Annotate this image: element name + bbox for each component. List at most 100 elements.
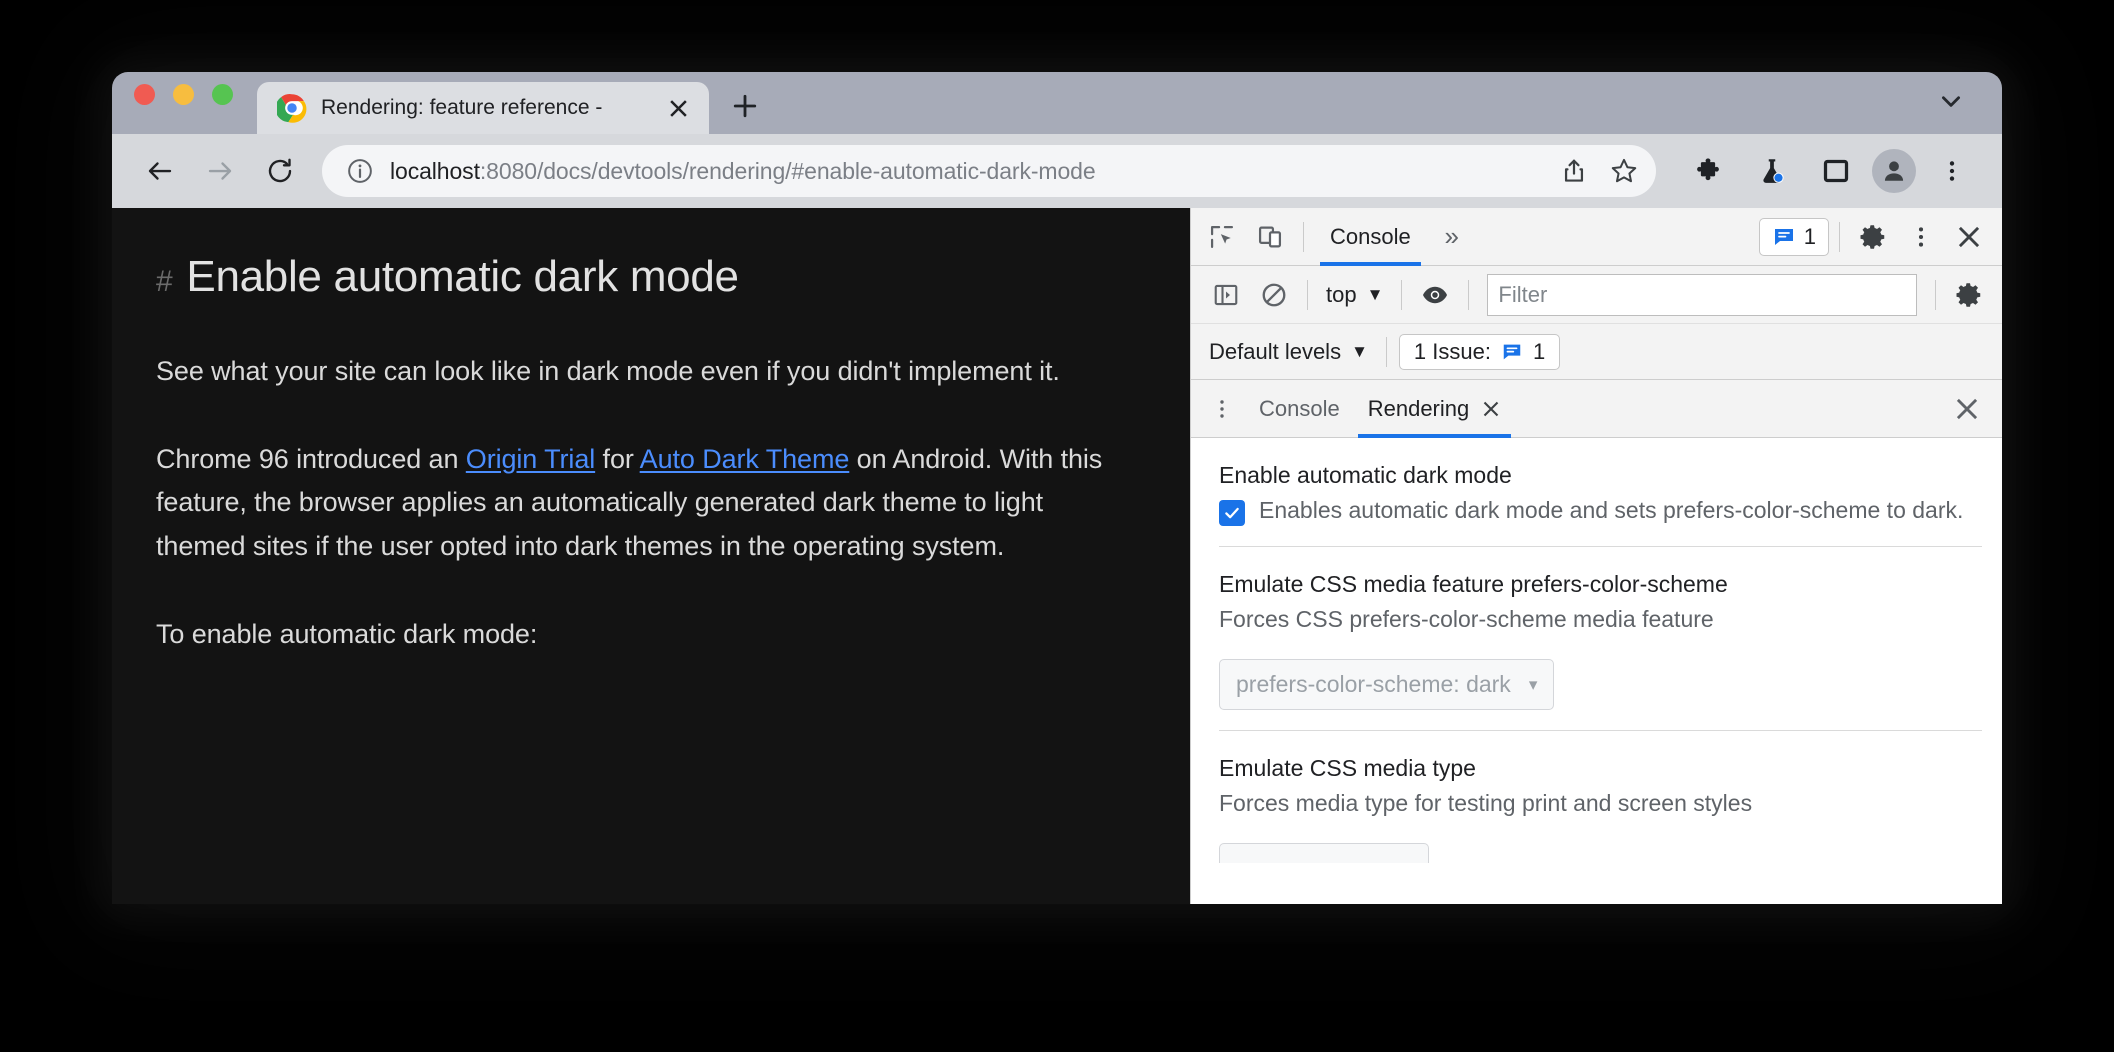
new-tab-button[interactable] — [719, 80, 771, 132]
devtools-tabs-overflow-icon[interactable]: » — [1429, 214, 1475, 260]
rendering-setting-prefers-color-scheme: Emulate CSS media feature prefers-color-… — [1219, 546, 1982, 730]
info-circle-icon[interactable] — [346, 157, 374, 185]
prefers-color-scheme-select[interactable]: prefers-color-scheme: dark ▾ — [1219, 659, 1555, 711]
page-paragraph-1: See what your site can look like in dark… — [156, 356, 1060, 386]
message-badge-icon — [1772, 225, 1796, 249]
device-toolbar-icon[interactable] — [1247, 214, 1293, 260]
forward-button[interactable] — [192, 143, 248, 199]
execution-context-selector[interactable]: top ▼ — [1318, 275, 1391, 315]
setting-checkbox-row[interactable]: Enables automatic dark mode and sets pre… — [1219, 495, 2002, 527]
chevron-down-icon: ▼ — [1366, 284, 1384, 304]
url-host: localhost — [390, 157, 480, 184]
rendering-setting-media-type: Emulate CSS media type Forces media type… — [1219, 730, 1982, 883]
message-badge-icon — [1501, 341, 1523, 363]
reload-button[interactable] — [252, 143, 308, 199]
divider — [1307, 279, 1308, 310]
divider — [1839, 221, 1840, 252]
screenshot-root: Rendering: feature reference - localhost… — [0, 0, 2114, 1052]
media-type-select[interactable] — [1219, 843, 1429, 864]
setting-description: Forces media type for testing print and … — [1219, 790, 1753, 817]
page-title: # Enable automatic dark mode — [156, 252, 1136, 302]
omnibox-actions — [1550, 147, 1648, 195]
setting-title: Emulate CSS media type — [1219, 755, 1476, 782]
console-message-badge[interactable]: 1 — [1758, 217, 1829, 256]
console-levels-bar: Default levels ▼ 1 Issue: 1 — [1191, 324, 2002, 380]
tab-search-chevron-down-icon[interactable] — [1934, 84, 1968, 118]
console-message-count: 1 — [1803, 223, 1816, 249]
drawer-tab-rendering-close-icon[interactable] — [1481, 399, 1501, 419]
console-sidebar-icon[interactable] — [1203, 272, 1249, 318]
setting-description: Forces CSS prefers-color-scheme media fe… — [1219, 606, 1714, 633]
minimize-window-button[interactable] — [173, 83, 194, 105]
execution-context-value: top — [1326, 281, 1357, 307]
devtools-header: Console » 1 — [1191, 208, 2002, 266]
window-content: # Enable automatic dark mode See what yo… — [112, 208, 2002, 904]
console-toolbar: top ▼ Filter — [1191, 266, 2002, 324]
auto-dark-mode-checkbox[interactable] — [1219, 500, 1245, 527]
divider — [1935, 279, 1936, 310]
avatar-icon[interactable] — [1872, 149, 1916, 193]
devtools-tab-console[interactable]: Console — [1314, 208, 1427, 266]
console-log-levels-value: Default levels — [1209, 338, 1342, 364]
puzzle-icon[interactable] — [1680, 143, 1736, 199]
page-title-text: Enable automatic dark mode — [186, 252, 739, 301]
browser-menu-kebab-icon[interactable] — [1924, 143, 1980, 199]
browser-toolbar: localhost:8080/docs/devtools/rendering/#… — [112, 134, 2002, 208]
window-controls — [134, 72, 233, 134]
devtools-tab-console-label: Console — [1330, 223, 1411, 249]
console-settings-gear-icon[interactable] — [1946, 272, 1992, 318]
chevron-down-icon: ▾ — [1528, 674, 1538, 694]
drawer-menu-kebab-icon[interactable] — [1199, 386, 1245, 432]
web-page-content: # Enable automatic dark mode See what yo… — [112, 208, 1190, 904]
toolbar-right-actions — [1674, 143, 1980, 199]
close-window-button[interactable] — [134, 83, 155, 105]
drawer-tab-rendering[interactable]: Rendering — [1354, 380, 1516, 438]
url-text: localhost:8080/docs/devtools/rendering/#… — [390, 158, 1534, 185]
issues-count: 1 — [1532, 338, 1546, 364]
console-filter-placeholder: Filter — [1498, 281, 1548, 307]
console-log-levels-selector[interactable]: Default levels ▼ — [1203, 339, 1374, 365]
back-button[interactable] — [132, 143, 188, 199]
setting-description: Enables automatic dark mode and sets pre… — [1259, 497, 1964, 524]
issues-counter-button[interactable]: 1 Issue: 1 — [1398, 333, 1561, 370]
url-rest: :8080/docs/devtools/rendering/#enable-au… — [479, 157, 1096, 184]
inspect-element-icon[interactable] — [1199, 214, 1245, 260]
heading-anchor-link[interactable]: # — [156, 265, 173, 299]
page-paragraph-2: Chrome 96 introduced an Origin Trial for… — [156, 438, 1116, 569]
devtools-more-kebab-icon[interactable] — [1898, 214, 1944, 260]
drawer-tab-console[interactable]: Console — [1245, 380, 1354, 438]
auto-dark-theme-link[interactable]: Auto Dark Theme — [640, 444, 850, 474]
flask-icon[interactable] — [1744, 143, 1800, 199]
divider — [1401, 279, 1403, 310]
tab-close-button[interactable] — [661, 91, 695, 125]
overflow-label: » — [1444, 221, 1459, 251]
tab-strip: Rendering: feature reference - — [112, 72, 2002, 134]
rendering-setting-auto-dark-mode: Enable automatic dark mode Enables autom… — [1191, 438, 2002, 546]
share-icon[interactable] — [1550, 147, 1598, 195]
para2-pre: Chrome 96 introduced an — [156, 443, 466, 474]
live-expression-eye-icon[interactable] — [1412, 272, 1458, 318]
browser-tab[interactable]: Rendering: feature reference - — [257, 82, 709, 134]
para2-mid: for — [595, 443, 640, 474]
clear-console-icon[interactable] — [1251, 272, 1297, 318]
devtools-close-icon[interactable] — [1946, 214, 1992, 260]
issues-label: 1 Issue: — [1413, 338, 1491, 364]
drawer-close-icon[interactable] — [1944, 386, 1990, 432]
tab-title: Rendering: feature reference - — [321, 96, 603, 119]
chrome-logo-icon — [275, 93, 307, 123]
origin-trial-link[interactable]: Origin Trial — [466, 444, 595, 474]
page-paragraph-3: To enable automatic dark mode: — [156, 618, 538, 649]
drawer-tab-rendering-label: Rendering — [1367, 395, 1470, 421]
address-bar[interactable]: localhost:8080/docs/devtools/rendering/#… — [322, 145, 1656, 197]
devtools-settings-gear-icon[interactable] — [1850, 214, 1896, 260]
maximize-window-button[interactable] — [212, 83, 233, 105]
rendering-panel-body: Enable automatic dark mode Enables autom… — [1191, 438, 2002, 904]
console-filter-input[interactable]: Filter — [1487, 273, 1917, 316]
drawer-tab-console-label: Console — [1259, 395, 1340, 421]
prefers-color-scheme-select-value: prefers-color-scheme: dark — [1236, 671, 1511, 698]
divider — [1468, 279, 1470, 310]
chevron-down-icon: ▼ — [1351, 341, 1368, 361]
divider — [1303, 221, 1304, 252]
side-panel-icon[interactable] — [1808, 143, 1864, 199]
star-icon[interactable] — [1600, 147, 1648, 195]
